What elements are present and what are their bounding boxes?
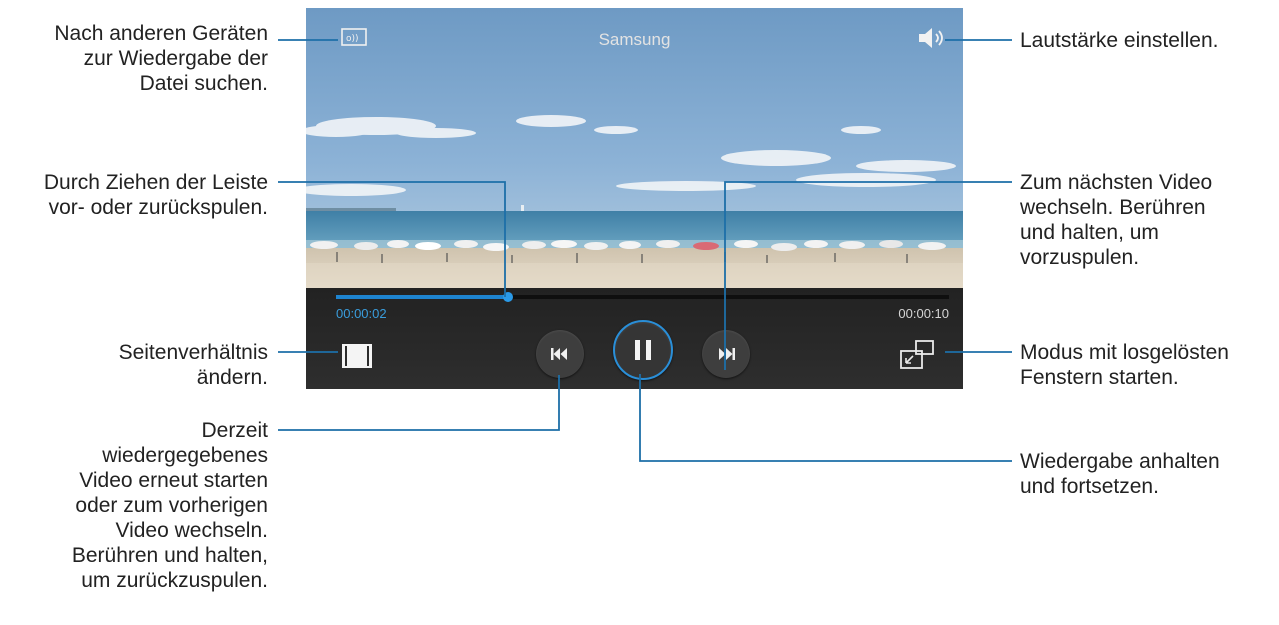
- callout-line-seek: [278, 181, 506, 297]
- callout-seek-bar: Durch Ziehen der Leiste vor- oder zurück…: [43, 171, 268, 219]
- callout-popup: Modus mit losgelösten Fenstern starten.: [1020, 341, 1229, 389]
- callout-search-devices: Nach anderen Geräten zur Wiedergabe der …: [54, 22, 268, 95]
- callout-previous: Derzeit wiedergegebenes Video erneut sta…: [71, 419, 268, 592]
- callout-line-pause: [639, 374, 1012, 462]
- callout-pause: Wiedergabe anhalten und fortsetzen.: [1020, 450, 1220, 498]
- callout-line-next: [724, 181, 1012, 370]
- callout-volume: Lautstärke einstellen.: [1020, 29, 1219, 52]
- callout-aspect-ratio: Seitenverhältnis ändern.: [118, 341, 268, 389]
- callout-next: Zum nächsten Video wechseln. Berühren un…: [1020, 171, 1213, 269]
- callout-line-previous: [278, 375, 560, 431]
